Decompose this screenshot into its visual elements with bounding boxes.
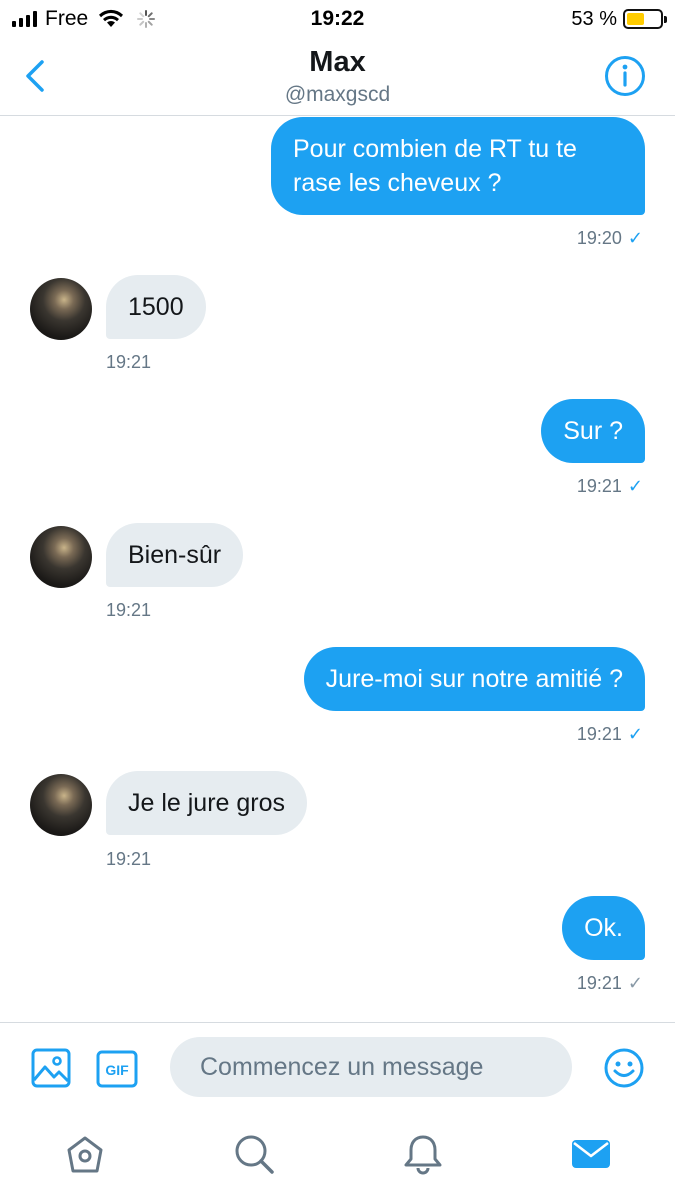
tab-notifications[interactable] <box>401 1132 445 1176</box>
avatar[interactable] <box>30 774 92 836</box>
timestamp-text: 19:21 <box>576 973 622 993</box>
image-icon <box>31 1048 71 1088</box>
message-text: Ok. <box>584 914 623 942</box>
tab-home[interactable] <box>63 1132 107 1176</box>
outgoing-message-bubble[interactable]: Sur ? <box>541 399 645 463</box>
avatar[interactable] <box>30 278 92 340</box>
timestamp-text: 19:21 <box>576 476 622 496</box>
read-check-icon: ✓ <box>627 476 643 496</box>
info-button[interactable] <box>603 54 647 98</box>
info-icon <box>605 56 645 96</box>
add-photo-button[interactable] <box>30 1047 72 1089</box>
conversation-header: Max @maxgscd <box>0 38 675 116</box>
contact-name: Max <box>309 46 366 78</box>
notifications-bell-icon <box>404 1135 442 1175</box>
read-check-icon: ✓ <box>627 228 643 248</box>
incoming-message-bubble[interactable]: 1500 <box>106 275 206 339</box>
tab-bar <box>0 1114 675 1200</box>
incoming-message-bubble[interactable]: Bien-sûr <box>106 523 244 587</box>
message-text: Pour combien de RT tu te rase les cheveu… <box>293 135 577 197</box>
sent-check-icon: ✓ <box>627 973 643 993</box>
emoji-icon <box>604 1048 644 1088</box>
add-gif-button[interactable]: GIF <box>96 1049 138 1089</box>
tab-search[interactable] <box>232 1132 276 1176</box>
home-icon <box>67 1136 103 1173</box>
message-text: Je le jure gros <box>128 789 286 817</box>
message-timestamp: 19:21 ✓ <box>577 476 643 497</box>
message-thread[interactable]: Pour combien de RT tu te rase les cheveu… <box>0 116 675 1022</box>
emoji-button[interactable] <box>603 1047 645 1089</box>
status-bar: Free 19:22 53 % <box>0 0 675 38</box>
outgoing-message-bubble[interactable]: Ok. <box>562 896 645 960</box>
message-text: Jure-moi sur notre amitié ? <box>325 665 623 693</box>
avatar[interactable] <box>30 526 92 588</box>
message-input[interactable] <box>170 1037 572 1097</box>
message-timestamp: 19:21 <box>106 600 152 620</box>
message-timestamp: 19:21 ✓ <box>577 724 643 745</box>
battery-percentage: 53 % <box>571 7 617 30</box>
message-timestamp: 19:20 ✓ <box>577 228 643 249</box>
message-text: 1500 <box>128 293 184 321</box>
battery-icon <box>623 9 667 29</box>
incoming-message-bubble[interactable]: Je le jure gros <box>106 771 308 835</box>
message-text: Bien-sûr <box>128 541 222 569</box>
gif-label: GIF <box>105 1062 129 1078</box>
search-icon <box>235 1135 274 1174</box>
contact-handle: @maxgscd <box>284 83 391 106</box>
message-composer: GIF <box>0 1022 675 1114</box>
status-right: 53 % <box>571 6 667 32</box>
gif-icon: GIF <box>96 1050 138 1088</box>
read-check-icon: ✓ <box>627 724 643 744</box>
timestamp-text: 19:21 <box>576 724 622 744</box>
message-timestamp: 19:21 <box>106 849 152 869</box>
message-timestamp: 19:21 ✓ <box>577 973 643 994</box>
message-text: Sur ? <box>563 417 623 445</box>
message-timestamp: 19:21 <box>106 352 152 372</box>
battery-fill <box>627 13 644 25</box>
outgoing-message-bubble[interactable]: Jure-moi sur notre amitié ? <box>303 647 645 711</box>
timestamp-text: 19:20 <box>576 228 622 248</box>
outgoing-message-bubble[interactable]: Pour combien de RT tu te rase les cheveu… <box>271 117 645 215</box>
messages-envelope-icon <box>572 1140 610 1168</box>
tab-messages[interactable] <box>569 1132 613 1176</box>
